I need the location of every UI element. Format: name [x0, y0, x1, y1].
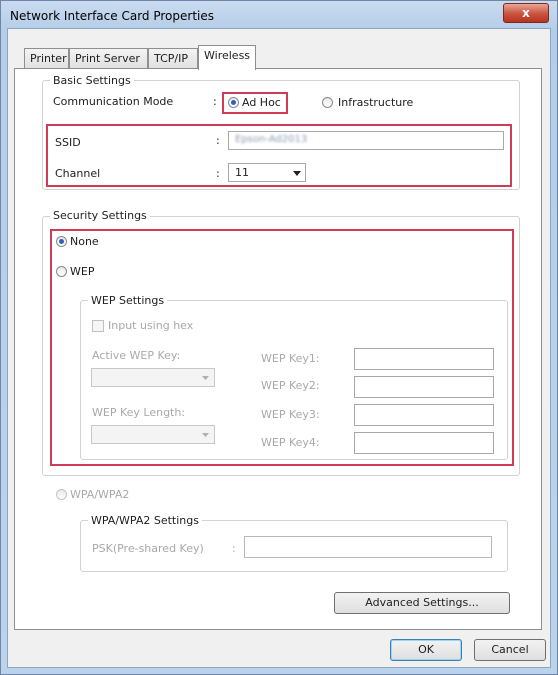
channel-label: Channel — [55, 167, 101, 180]
wep-key4-input[interactable] — [354, 432, 494, 454]
wep-settings-legend: WEP Settings — [88, 294, 168, 307]
adhoc-radio[interactable] — [228, 97, 239, 108]
channel-value: 11 — [235, 166, 249, 179]
basic-settings-legend: Basic Settings — [50, 74, 134, 87]
active-wep-key-select[interactable] — [91, 368, 215, 387]
cancel-button[interactable]: Cancel — [474, 639, 546, 661]
wep-key-length-label: WEP Key Length: — [92, 406, 186, 419]
close-icon: x — [522, 6, 530, 20]
window-title: Network Interface Card Properties — [10, 9, 214, 23]
wpa-label[interactable]: WPA/WPA2 — [70, 488, 129, 501]
psk-colon: : — [232, 542, 236, 555]
tab-print-server[interactable]: Print Server — [69, 48, 148, 69]
chevron-down-icon — [293, 171, 301, 176]
chevron-down-icon — [202, 376, 209, 380]
input-hex-label: Input using hex — [108, 319, 194, 332]
advanced-settings-button[interactable]: Advanced Settings... — [334, 592, 510, 614]
ok-button[interactable]: OK — [390, 639, 462, 661]
channel-select[interactable]: 11 — [228, 163, 306, 182]
wep-key1-input[interactable] — [354, 348, 494, 370]
tab-printer[interactable]: Printer — [24, 48, 69, 69]
wep-key4-label: WEP Key4: — [261, 436, 320, 449]
colon: : — [213, 95, 217, 108]
ssid-input[interactable]: Epson-Ad2013 — [228, 131, 504, 150]
wpa-settings-legend: WPA/WPA2 Settings — [88, 514, 202, 527]
none-radio[interactable] — [56, 236, 67, 247]
psk-input[interactable] — [244, 536, 492, 558]
ssid-label: SSID — [55, 136, 81, 149]
infrastructure-label[interactable]: Infrastructure — [338, 96, 413, 109]
close-button[interactable]: x — [503, 3, 549, 23]
infrastructure-radio[interactable] — [322, 97, 333, 108]
wep-key3-label: WEP Key3: — [261, 408, 320, 421]
ssid-value: Epson-Ad2013 — [235, 134, 308, 145]
none-label[interactable]: None — [70, 235, 99, 248]
wep-key-length-select[interactable] — [91, 425, 215, 444]
wep-key2-input[interactable] — [354, 376, 494, 398]
active-wep-key-label: Active WEP Key: — [92, 349, 181, 362]
input-hex-checkbox[interactable] — [92, 320, 104, 332]
tab-tcp-ip[interactable]: TCP/IP — [148, 48, 198, 69]
wep-key1-label: WEP Key1: — [261, 352, 320, 365]
wep-radio[interactable] — [56, 266, 67, 277]
chevron-down-icon — [202, 433, 209, 437]
wep-key2-label: WEP Key2: — [261, 379, 320, 392]
communication-mode-label: Communication Mode — [53, 95, 174, 108]
colon: : — [216, 134, 220, 147]
security-settings-legend: Security Settings — [50, 209, 150, 222]
colon: : — [216, 167, 220, 180]
psk-label: PSK(Pre-shared Key) — [92, 542, 204, 555]
wpa-radio[interactable] — [56, 489, 67, 500]
adhoc-label[interactable]: Ad Hoc — [242, 96, 281, 109]
wep-label[interactable]: WEP — [70, 265, 94, 278]
wep-key3-input[interactable] — [354, 404, 494, 426]
tab-wireless[interactable]: Wireless — [198, 45, 256, 70]
